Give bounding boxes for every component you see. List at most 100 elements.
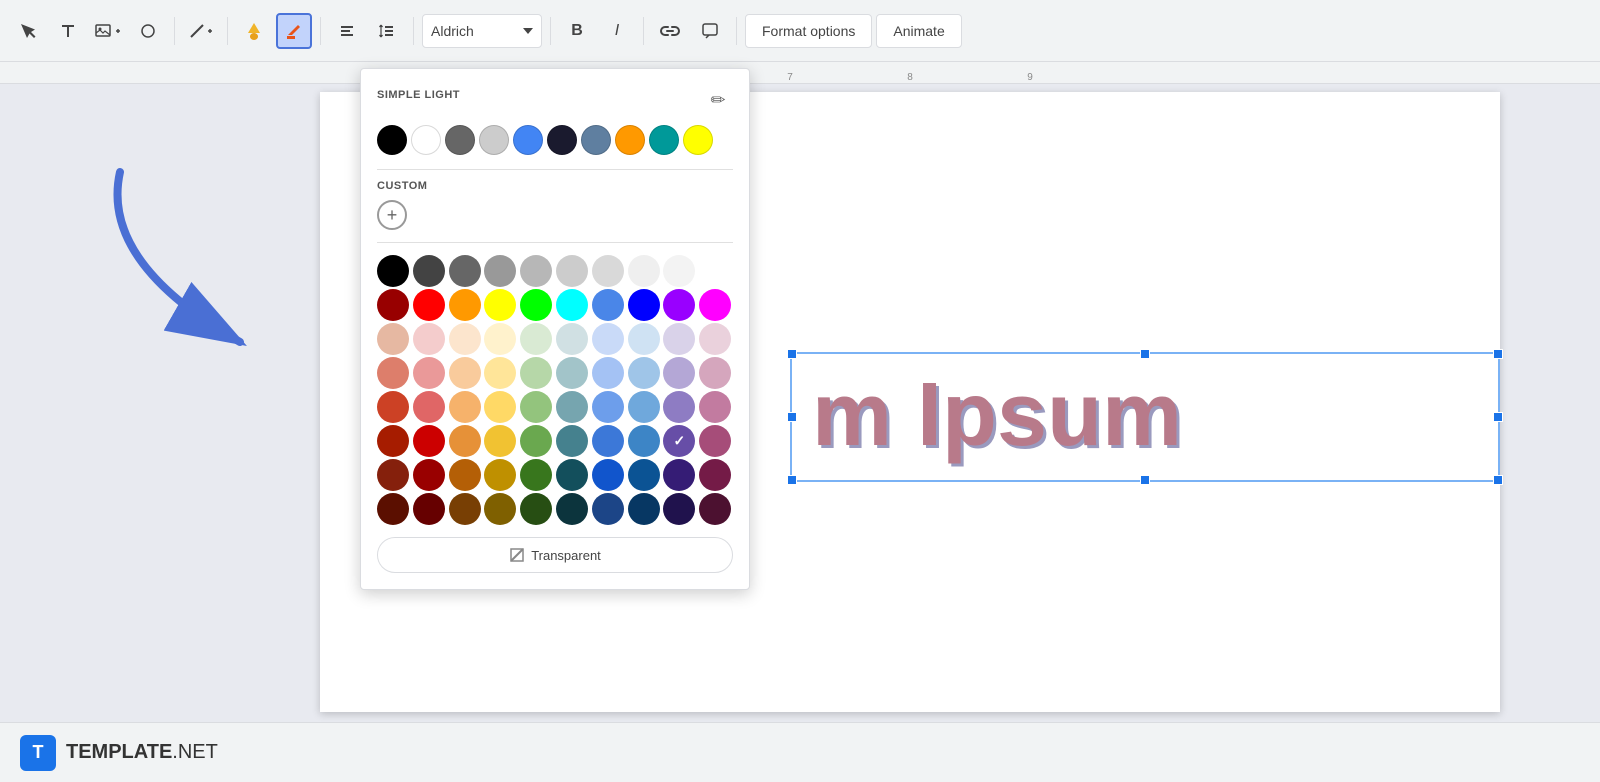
palette-color-dot[interactable] xyxy=(377,289,409,321)
handle-top-left[interactable] xyxy=(787,349,797,359)
palette-color-dot[interactable] xyxy=(413,425,445,457)
palette-color-dot[interactable] xyxy=(377,425,409,457)
palette-color-dot[interactable] xyxy=(699,323,731,355)
stroke-color-icon[interactable] xyxy=(276,13,312,49)
comment-icon[interactable] xyxy=(692,13,728,49)
text-element[interactable]: m Ipsum xyxy=(790,352,1500,482)
palette-color-dot[interactable] xyxy=(628,391,660,423)
palette-color-dot[interactable] xyxy=(484,289,516,321)
edit-icon[interactable]: ✏ xyxy=(703,85,733,115)
palette-color-dot[interactable] xyxy=(449,493,481,525)
palette-color-dot[interactable] xyxy=(520,289,552,321)
palette-color-dot[interactable] xyxy=(699,255,731,287)
palette-color-dot[interactable] xyxy=(699,425,731,457)
palette-color-dot[interactable] xyxy=(556,425,588,457)
palette-color-dot[interactable] xyxy=(628,425,660,457)
handle-bottom-left[interactable] xyxy=(787,475,797,485)
palette-color-dot[interactable] xyxy=(663,459,695,491)
palette-color-dot[interactable] xyxy=(663,493,695,525)
palette-color-dot[interactable] xyxy=(484,391,516,423)
palette-color-dot[interactable] xyxy=(377,323,409,355)
palette-color-dot[interactable] xyxy=(484,493,516,525)
transparent-button[interactable]: Transparent xyxy=(377,537,733,573)
palette-color-dot[interactable] xyxy=(663,323,695,355)
palette-color-dot[interactable] xyxy=(628,289,660,321)
palette-color-dot[interactable] xyxy=(628,459,660,491)
palette-color-dot[interactable] xyxy=(592,391,624,423)
line-tool-icon[interactable] xyxy=(183,13,219,49)
preset-color-swatch[interactable] xyxy=(411,125,441,155)
preset-color-swatch[interactable] xyxy=(649,125,679,155)
preset-color-swatch[interactable] xyxy=(581,125,611,155)
handle-top[interactable] xyxy=(1140,349,1150,359)
palette-color-dot[interactable] xyxy=(592,493,624,525)
image-tool-icon[interactable] xyxy=(90,13,126,49)
palette-color-dot[interactable] xyxy=(663,425,695,457)
palette-color-dot[interactable] xyxy=(377,391,409,423)
format-options-button[interactable]: Format options xyxy=(745,14,872,48)
shape-tool-icon[interactable] xyxy=(130,13,166,49)
preset-color-swatch[interactable] xyxy=(479,125,509,155)
palette-color-dot[interactable] xyxy=(556,357,588,389)
palette-color-dot[interactable] xyxy=(520,425,552,457)
italic-button[interactable]: I xyxy=(599,13,635,49)
palette-color-dot[interactable] xyxy=(699,289,731,321)
palette-color-dot[interactable] xyxy=(592,289,624,321)
font-selector[interactable]: Aldrich xyxy=(422,14,542,48)
select-tool-icon[interactable] xyxy=(10,13,46,49)
preset-color-swatch[interactable] xyxy=(513,125,543,155)
palette-color-dot[interactable] xyxy=(413,323,445,355)
palette-color-dot[interactable] xyxy=(377,493,409,525)
palette-color-dot[interactable] xyxy=(663,255,695,287)
palette-color-dot[interactable] xyxy=(592,323,624,355)
palette-color-dot[interactable] xyxy=(484,255,516,287)
palette-color-dot[interactable] xyxy=(413,357,445,389)
palette-color-dot[interactable] xyxy=(484,425,516,457)
palette-color-dot[interactable] xyxy=(556,493,588,525)
text-tool-icon[interactable] xyxy=(50,13,86,49)
preset-color-swatch[interactable] xyxy=(615,125,645,155)
palette-color-dot[interactable] xyxy=(449,425,481,457)
palette-color-dot[interactable] xyxy=(663,357,695,389)
palette-color-dot[interactable] xyxy=(699,357,731,389)
bold-button[interactable]: B xyxy=(559,13,595,49)
palette-color-dot[interactable] xyxy=(484,459,516,491)
palette-color-dot[interactable] xyxy=(413,459,445,491)
palette-color-dot[interactable] xyxy=(556,289,588,321)
palette-color-dot[interactable] xyxy=(449,255,481,287)
add-custom-color-button[interactable]: + xyxy=(377,200,407,230)
palette-color-dot[interactable] xyxy=(556,255,588,287)
palette-color-dot[interactable] xyxy=(520,391,552,423)
palette-color-dot[interactable] xyxy=(520,323,552,355)
palette-color-dot[interactable] xyxy=(592,255,624,287)
handle-bottom-right[interactable] xyxy=(1493,475,1503,485)
palette-color-dot[interactable] xyxy=(592,425,624,457)
palette-color-dot[interactable] xyxy=(484,323,516,355)
handle-bottom[interactable] xyxy=(1140,475,1150,485)
link-icon[interactable] xyxy=(652,13,688,49)
palette-color-dot[interactable] xyxy=(592,357,624,389)
palette-color-dot[interactable] xyxy=(377,459,409,491)
palette-color-dot[interactable] xyxy=(628,255,660,287)
palette-color-dot[interactable] xyxy=(413,255,445,287)
palette-color-dot[interactable] xyxy=(699,459,731,491)
palette-color-dot[interactable] xyxy=(628,493,660,525)
palette-color-dot[interactable] xyxy=(556,459,588,491)
palette-color-dot[interactable] xyxy=(413,289,445,321)
handle-left[interactable] xyxy=(787,412,797,422)
palette-color-dot[interactable] xyxy=(628,323,660,355)
palette-color-dot[interactable] xyxy=(592,459,624,491)
palette-color-dot[interactable] xyxy=(449,357,481,389)
palette-color-dot[interactable] xyxy=(449,289,481,321)
handle-right[interactable] xyxy=(1493,412,1503,422)
preset-color-swatch[interactable] xyxy=(445,125,475,155)
palette-color-dot[interactable] xyxy=(377,255,409,287)
line-spacing-icon[interactable] xyxy=(369,13,405,49)
palette-color-dot[interactable] xyxy=(413,493,445,525)
handle-top-right[interactable] xyxy=(1493,349,1503,359)
preset-color-swatch[interactable] xyxy=(547,125,577,155)
palette-color-dot[interactable] xyxy=(663,289,695,321)
palette-color-dot[interactable] xyxy=(520,493,552,525)
palette-color-dot[interactable] xyxy=(484,357,516,389)
palette-color-dot[interactable] xyxy=(699,493,731,525)
